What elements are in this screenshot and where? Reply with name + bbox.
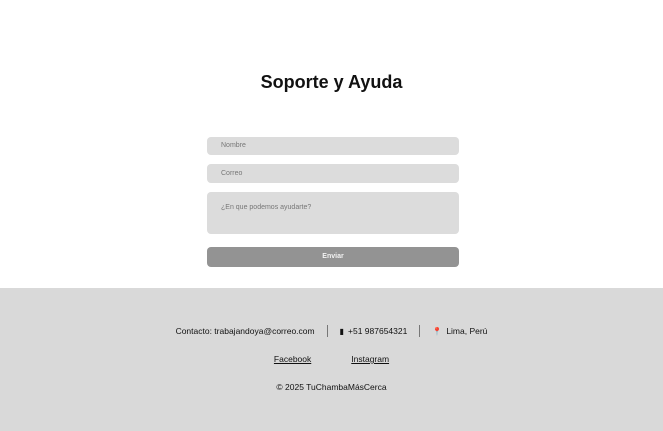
contact-phone: +51 987654321 xyxy=(348,326,408,336)
message-field[interactable]: ¿En que podemos ayudarte? xyxy=(207,192,459,234)
name-field[interactable]: Nombre xyxy=(207,137,459,155)
support-section: Soporte y Ayuda Nombre Correo ¿En que po… xyxy=(0,0,663,288)
contact-row: Contacto: trabajandoya@correo.com ▮ +51 … xyxy=(0,325,663,337)
phone-icon: ▮ xyxy=(339,326,345,336)
facebook-link[interactable]: Facebook xyxy=(274,354,311,364)
submit-button[interactable]: Enviar xyxy=(207,247,459,267)
instagram-link[interactable]: Instagram xyxy=(351,354,389,364)
page-title: Soporte y Ayuda xyxy=(260,72,403,92)
contact-location: Lima, Perú xyxy=(446,326,488,336)
divider xyxy=(326,325,328,337)
divider xyxy=(419,325,421,337)
pin-icon: 📍 xyxy=(432,326,443,336)
contact-email: Contacto: trabajandoya@correo.com xyxy=(175,326,315,336)
copyright: © 2025 TuChambaMásCerca xyxy=(276,382,387,392)
footer: Contacto: trabajandoya@correo.com ▮ +51 … xyxy=(0,288,663,431)
email-field[interactable]: Correo xyxy=(207,164,459,183)
social-links: Facebook Instagram xyxy=(0,354,663,364)
